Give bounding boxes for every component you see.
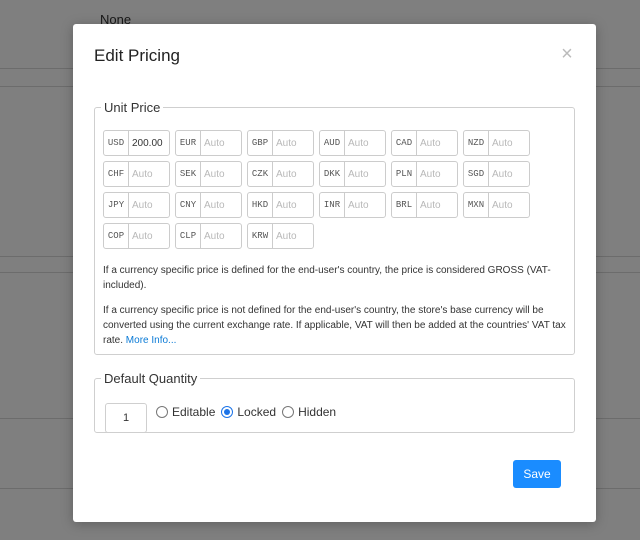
currency-field-usd: USD (103, 130, 170, 156)
quantity-mode-radios: Editable Locked Hidden (156, 405, 342, 419)
currency-code-label: BRL (392, 193, 417, 217)
currency-field-eur: EUR (175, 130, 242, 156)
radio-hidden[interactable] (282, 406, 295, 418)
currency-code-label: SGD (464, 162, 489, 186)
exchange-rate-note: If a currency specific price is not defi… (103, 303, 568, 348)
currency-price-input[interactable] (201, 168, 241, 180)
currency-price-input[interactable] (345, 199, 385, 211)
currency-code-label: PLN (392, 162, 417, 186)
currency-code-label: NZD (464, 131, 489, 155)
default-quantity-section: Default Quantity Editable Locked Hidden (94, 371, 575, 433)
save-button[interactable]: Save (513, 460, 561, 488)
currency-price-input[interactable] (417, 137, 457, 149)
currency-code-label: COP (104, 224, 129, 248)
currency-price-input[interactable] (201, 230, 241, 242)
currency-price-input[interactable] (345, 137, 385, 149)
currency-price-input[interactable] (273, 168, 313, 180)
currency-price-input[interactable] (489, 168, 529, 180)
radio-locked-label[interactable]: Locked (237, 405, 276, 419)
currency-field-mxn: MXN (463, 192, 530, 218)
currency-price-input[interactable] (489, 137, 529, 149)
currency-field-hkd: HKD (247, 192, 314, 218)
radio-editable-label[interactable]: Editable (172, 405, 215, 419)
currency-code-label: DKK (320, 162, 345, 186)
currency-code-label: CNY (176, 193, 201, 217)
more-info-link[interactable]: More Info... (126, 335, 177, 346)
currency-code-label: CAD (392, 131, 417, 155)
currency-code-label: AUD (320, 131, 345, 155)
currency-code-label: CLP (176, 224, 201, 248)
currency-price-input[interactable] (129, 199, 169, 211)
currency-price-input[interactable] (273, 230, 313, 242)
currency-code-label: USD (104, 131, 129, 155)
currency-field-cad: CAD (391, 130, 458, 156)
currency-field-pln: PLN (391, 161, 458, 187)
currency-price-input[interactable] (201, 199, 241, 211)
currency-field-krw: KRW (247, 223, 314, 249)
currency-field-aud: AUD (319, 130, 386, 156)
currency-field-gbp: GBP (247, 130, 314, 156)
currency-field-chf: CHF (103, 161, 170, 187)
currency-code-label: CHF (104, 162, 129, 186)
currency-code-label: CZK (248, 162, 273, 186)
currency-code-label: MXN (464, 193, 489, 217)
currency-code-label: KRW (248, 224, 273, 248)
currency-field-cny: CNY (175, 192, 242, 218)
currency-price-input[interactable] (273, 199, 313, 211)
currency-price-input[interactable] (129, 168, 169, 180)
currency-field-nzd: NZD (463, 130, 530, 156)
currency-price-input[interactable] (273, 137, 313, 149)
currency-field-sek: SEK (175, 161, 242, 187)
radio-hidden-label[interactable]: Hidden (298, 405, 336, 419)
currency-price-input[interactable] (201, 137, 241, 149)
currency-price-input[interactable] (345, 168, 385, 180)
currency-code-label: SEK (176, 162, 201, 186)
edit-pricing-modal: Edit Pricing × Unit Price USD EUR GBP AUD CA… (73, 24, 596, 522)
currency-grid: USD EUR GBP AUD CAD NZD CHF SEK CZK DKK PLN SGD JPY C… (103, 130, 563, 255)
currency-code-label: EUR (176, 131, 201, 155)
currency-field-dkk: DKK (319, 161, 386, 187)
currency-price-input[interactable] (129, 137, 169, 149)
default-quantity-legend: Default Quantity (104, 371, 198, 386)
currency-price-input[interactable] (417, 168, 457, 180)
currency-field-inr: INR (319, 192, 386, 218)
close-icon[interactable]: × (559, 44, 575, 64)
currency-code-label: INR (320, 193, 345, 217)
gross-price-note: If a currency specific price is defined … (103, 265, 551, 291)
currency-price-input[interactable] (129, 230, 169, 242)
currency-field-brl: BRL (391, 192, 458, 218)
radio-editable[interactable] (156, 406, 168, 418)
unit-price-section: Unit Price USD EUR GBP AUD CAD NZD CHF SEK CZK DK… (94, 100, 575, 355)
currency-field-jpy: JPY (103, 192, 170, 218)
modal-title: Edit Pricing (94, 46, 180, 65)
currency-code-label: HKD (248, 193, 273, 217)
currency-price-input[interactable] (489, 199, 529, 211)
currency-field-clp: CLP (175, 223, 242, 249)
currency-field-czk: CZK (247, 161, 314, 187)
currency-code-label: GBP (248, 131, 273, 155)
radio-locked[interactable] (221, 406, 234, 418)
currency-field-cop: COP (103, 223, 170, 249)
quantity-input[interactable] (105, 403, 147, 433)
currency-price-input[interactable] (417, 199, 457, 211)
unit-price-legend: Unit Price (104, 100, 161, 115)
currency-field-sgd: SGD (463, 161, 530, 187)
currency-code-label: JPY (104, 193, 129, 217)
